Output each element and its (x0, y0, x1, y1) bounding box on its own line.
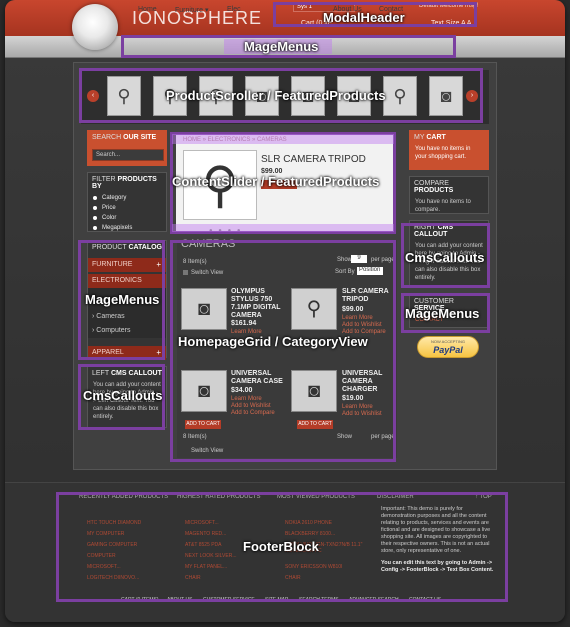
compare-heading: COMPARE (414, 180, 449, 187)
compare-products-box: COMPARE PRODUCTS You have no items to co… (409, 176, 489, 214)
overlay-label-cms-callouts-left: CmsCallouts (83, 388, 163, 403)
nav-item-electronics[interactable]: Elec (227, 6, 241, 13)
overlay-label-mage-menus-top: MageMenus (244, 39, 319, 54)
cart-empty-text: You have no items in your shopping cart. (415, 146, 471, 160)
page: IONOSPHERE Sys 1 Default welcome msg! Ca… (0, 0, 570, 627)
paypal-now-accepting: NOW ACCEPTING (430, 339, 465, 344)
search-box-heading-strong: OUR SITE (123, 134, 157, 141)
overlay-label-content-slider: ContentSlider / FeaturedProducts (172, 174, 380, 189)
overlay-label-modal-header: ModalHeader (323, 10, 405, 25)
overlay-label-footer-block: FooterBlock (243, 539, 319, 554)
filter-heading: FILTER (92, 176, 118, 183)
my-cart-box: MY CART You have no items in your shoppi… (409, 130, 489, 170)
filter-item-price[interactable]: Price (88, 203, 166, 213)
overlay-label-mage-menus-right: MageMenus (405, 306, 480, 321)
filter-box: FILTER PRODUCTS BY Category Price Color … (87, 172, 167, 232)
filter-item-category[interactable]: Category (88, 193, 166, 203)
compare-empty-text: You have no items to compare. (415, 199, 471, 213)
overlay-label-product-scroller: ProductScroller / FeaturedProducts (166, 88, 386, 103)
paypal-badge[interactable]: NOW ACCEPTING PayPal (417, 336, 479, 358)
nav-item-furniture[interactable]: Furniture ▾ (175, 6, 208, 14)
cart-heading-strong: CART (426, 134, 446, 141)
overlay-label-homepage-grid: HomepageGrid / CategoryView (178, 334, 368, 349)
nav-item-home[interactable]: Home (138, 6, 157, 13)
overlay-label-cms-callouts-right: CmsCallouts (405, 250, 485, 265)
store-logo-icon[interactable] (72, 4, 118, 50)
cart-heading: MY (414, 134, 427, 141)
search-input[interactable]: Search... (92, 149, 164, 161)
search-box-heading: SEARCH (92, 134, 124, 141)
overlay-label-mage-menus-left: MageMenus (85, 292, 160, 307)
overlay-homepage-grid (170, 240, 396, 462)
overlay-highlight-breadcrumb (172, 134, 394, 144)
search-box: SEARCH OUR SITE Search... (87, 130, 167, 166)
paypal-logo: PayPal (433, 345, 463, 355)
filter-item-megapixels[interactable]: Megapixels (88, 223, 166, 233)
compare-heading-strong: PRODUCTS (414, 187, 454, 194)
overlay-highlight-slider-foot (172, 224, 394, 232)
filter-item-color[interactable]: Color (88, 213, 166, 223)
